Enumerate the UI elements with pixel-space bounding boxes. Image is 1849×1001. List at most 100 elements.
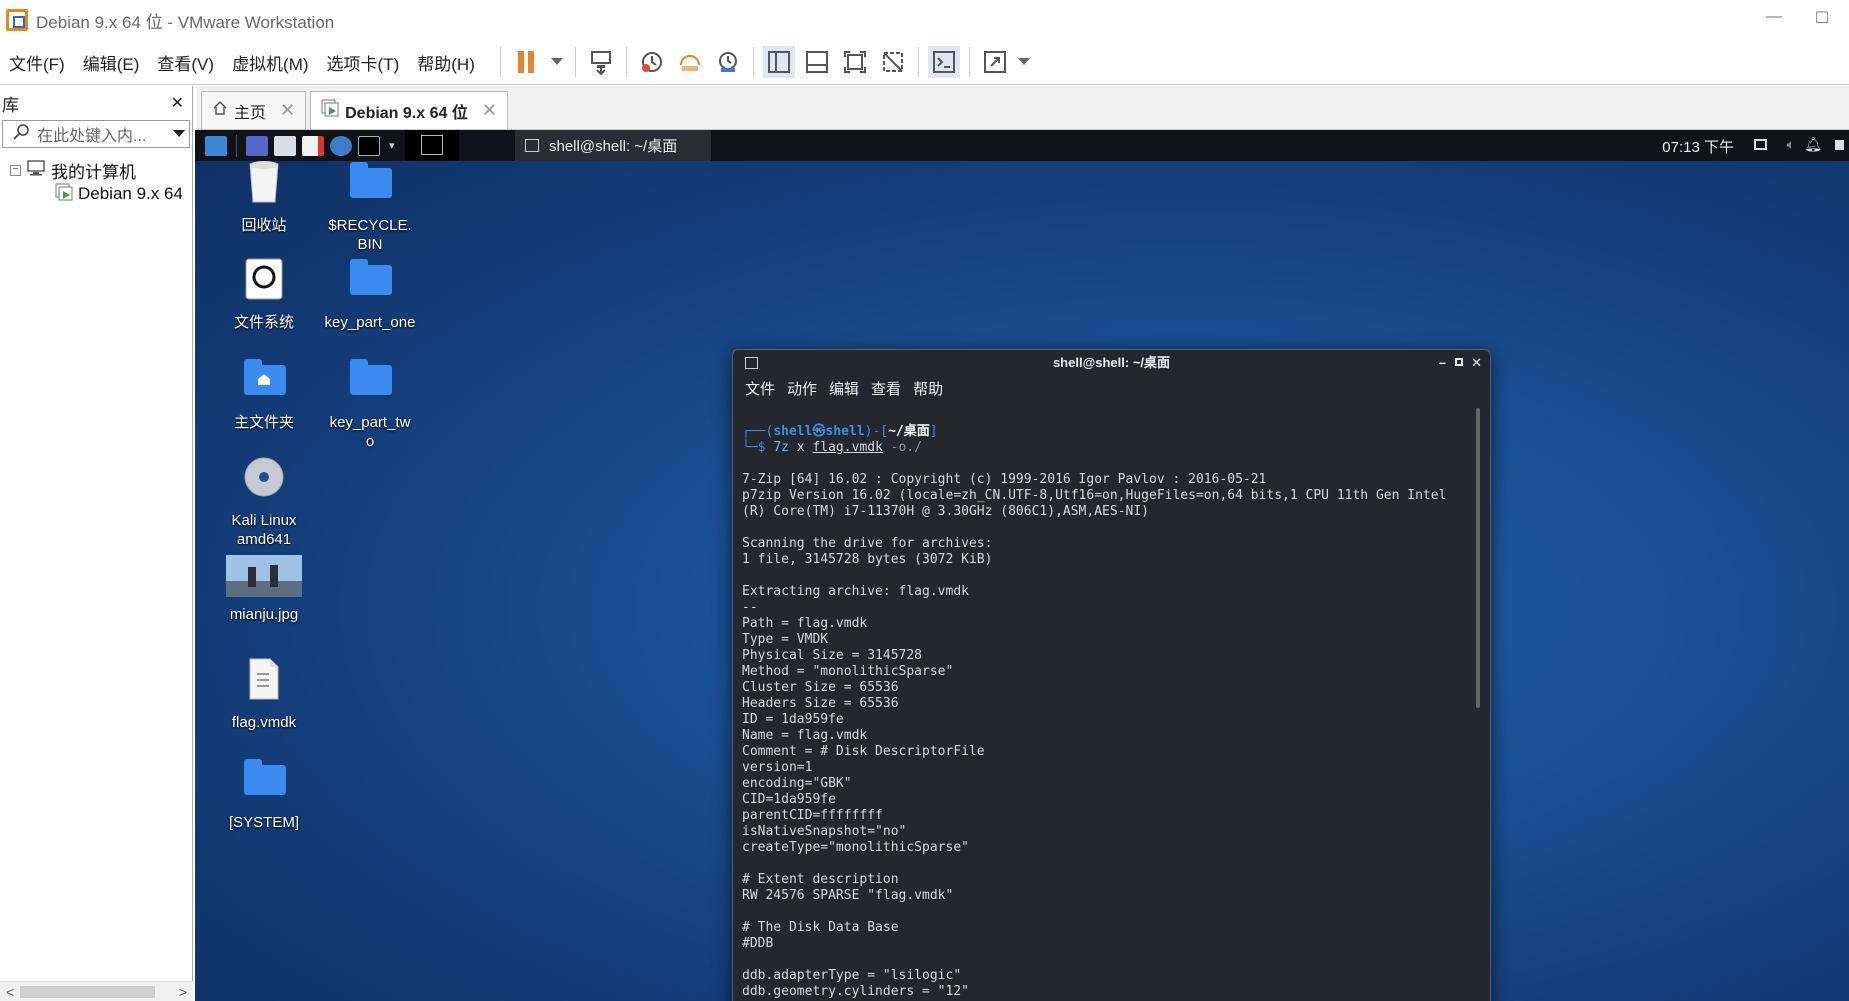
terminal-menu-view[interactable]: 查看 [871,378,901,399]
terminal-output-line: -- [742,600,758,615]
guest-display[interactable]: ▾ shell@shell: ~/桌面 07:13 下午 🔈︎ 🔔︎ 回收站 文… [195,130,1849,1001]
terminal-menu-action[interactable]: 动作 [787,378,817,399]
unity-icon[interactable] [877,46,909,78]
terminal-minimize-button[interactable]: – [1439,350,1446,376]
desktop-icon-label: key_part_two [329,414,411,450]
desktop-icon-label: [SYSTEM] [228,814,299,831]
scroll-left-button[interactable]: < [6,984,14,1000]
stretch-dropdown-icon[interactable] [1017,46,1031,78]
show-desktop-icon[interactable] [246,135,268,156]
maximize-button[interactable]: ☐ [1809,8,1835,32]
tab-home[interactable]: 主页 ✕ [201,91,307,129]
full-screen-icon[interactable] [839,46,871,78]
desktop-icon-trash[interactable]: 回收站 [214,158,314,235]
terminal-output-line: # The Disk Data Base [742,920,899,935]
toolbar [494,46,1034,78]
terminal-output-line: #DDB [742,936,774,951]
web-browser-icon[interactable] [330,135,352,156]
launcher-dropdown-icon[interactable]: ▾ [389,139,395,152]
drive-icon [240,255,288,303]
volume-icon[interactable]: 🔈︎ [1787,136,1795,153]
menu-file[interactable]: 文件(F) [0,50,74,75]
search-input[interactable]: 在此处键入内... [37,122,173,146]
terminal-maximize-button[interactable] [1455,358,1463,366]
desktop-icon-label: key_part_one [324,314,416,331]
desktop-icon-kali-iso[interactable]: Kali Linux amd641 [214,453,314,549]
library-tree: − 我的计算机 Debian 9.x 64 [0,158,192,206]
tab-close-button[interactable]: ✕ [482,100,497,121]
collapse-icon[interactable]: − [10,164,21,176]
terminal-menu-help[interactable]: 帮助 [913,378,943,399]
command-line: └─$ 7z x flag.vmdk -o./ [742,440,923,455]
tree-item-my-computer[interactable]: − 我的计算机 [0,158,192,182]
terminal-output-line: ID = 1da959fe [742,712,844,727]
snapshot-manager-icon[interactable] [712,46,744,78]
console-view-icon[interactable] [927,46,960,78]
text-editor-icon[interactable] [302,135,324,156]
taskbar-terminal-window[interactable]: shell@shell: ~/桌面 [515,130,711,161]
revert-snapshot-icon[interactable] [674,46,706,78]
menu-vm[interactable]: 虚拟机(M) [223,50,317,75]
workspace-switcher[interactable] [404,130,459,161]
display-icon[interactable] [1754,139,1767,150]
scrollbar-thumb[interactable] [20,986,155,998]
terminal-titlebar[interactable]: shell@shell: ~/桌面 – ✕ [733,350,1490,376]
tab-label: Debian 9.x 64 位 [345,104,468,122]
menu-edit[interactable]: 编辑(E) [74,50,149,75]
terminal-output[interactable]: ┌──(shell㉿shell)-[~/桌面] └─$ 7z x flag.vmd… [742,408,1470,1001]
disc-icon [240,453,288,501]
snapshot-icon[interactable] [636,46,668,78]
suspend-button[interactable] [510,46,542,78]
terminal-output-line: Extracting archive: flag.vmdk [742,584,969,599]
command-output: 7-Zip [64] 16.02 : Copyright (c) 1999-20… [742,456,1470,1001]
terminal-output-line: CID=1da959fe [742,792,836,807]
terminal-icon [745,357,758,369]
desktop-icon-system[interactable]: [SYSTEM] [214,755,314,832]
terminal-menu-edit[interactable]: 编辑 [829,378,859,399]
terminal-window[interactable]: shell@shell: ~/桌面 – ✕ 文件 动作 编辑 查看 帮助 ┌──… [732,349,1491,1001]
send-ctrl-alt-del-icon[interactable] [585,46,617,78]
show-library-icon[interactable] [762,46,795,78]
terminal-launcher-icon[interactable] [358,135,380,156]
desktop-icon-flag-vmdk[interactable]: flag.vmdk [214,655,314,732]
library-close-button[interactable]: ✕ [171,93,184,113]
library-scrollbar[interactable]: < > [0,981,193,1001]
toolbar-separator [968,47,970,77]
file-manager-icon[interactable] [274,135,296,156]
menu-help[interactable]: 帮助(H) [408,50,484,75]
panel-clock[interactable]: 07:13 下午 [1662,136,1734,157]
desktop-icon-filesystem[interactable]: 文件系统 [214,255,314,332]
terminal-menu-file[interactable]: 文件 [745,378,775,399]
kali-top-panel: ▾ shell@shell: ~/桌面 07:13 下午 🔈︎ 🔔︎ [195,130,1849,161]
desktop-icon-label: 回收站 [241,217,287,234]
kali-menu-icon[interactable] [205,135,227,156]
desktop-icon-recycle-bin[interactable]: $RECYCLE.BIN [320,158,420,254]
stretch-guest-icon[interactable] [979,46,1011,78]
terminal-scrollbar[interactable] [1476,408,1480,708]
thumbnail-bar-icon[interactable] [801,46,833,78]
terminal-close-button[interactable]: ✕ [1471,350,1482,376]
menu-tabs[interactable]: 选项卡(T) [318,50,409,75]
library-panel: 库 ✕ 在此处键入内... − 我的计算机 Debian 9.x 64 < > [0,86,193,1001]
menu-view[interactable]: 查看(V) [148,50,223,75]
terminal-title: shell@shell: ~/桌面 [1052,355,1171,370]
desktop-icon-home[interactable]: 主文件夹 [214,355,314,432]
desktop-icon-key-part-one[interactable]: key_part_one [320,255,420,332]
library-search[interactable]: 在此处键入内... [2,120,190,148]
desktop-icon-label: mianju.jpg [229,606,299,623]
desktop-icon-mianju[interactable]: mianju.jpg [214,555,314,624]
terminal-output-line: p7zip Version 16.02 (locale=zh_CN.UTF-8,… [742,488,1447,503]
tab-debian[interactable]: Debian 9.x 64 位 ✕ [310,91,508,129]
tab-close-button[interactable]: ✕ [280,100,295,121]
binary-file-icon [240,655,288,703]
power-dropdown-icon[interactable] [548,46,566,78]
scroll-right-button[interactable]: > [179,984,187,1000]
power-icon[interactable] [1835,140,1844,150]
search-dropdown-icon[interactable] [173,125,185,143]
minimize-button[interactable]: — [1761,8,1787,32]
folder-icon [346,255,394,303]
desktop-icon-key-part-two[interactable]: key_part_two [320,355,420,451]
tree-item-debian-vm[interactable]: Debian 9.x 64 [0,182,192,206]
notification-bell-icon[interactable]: 🔔︎ [1804,136,1822,153]
